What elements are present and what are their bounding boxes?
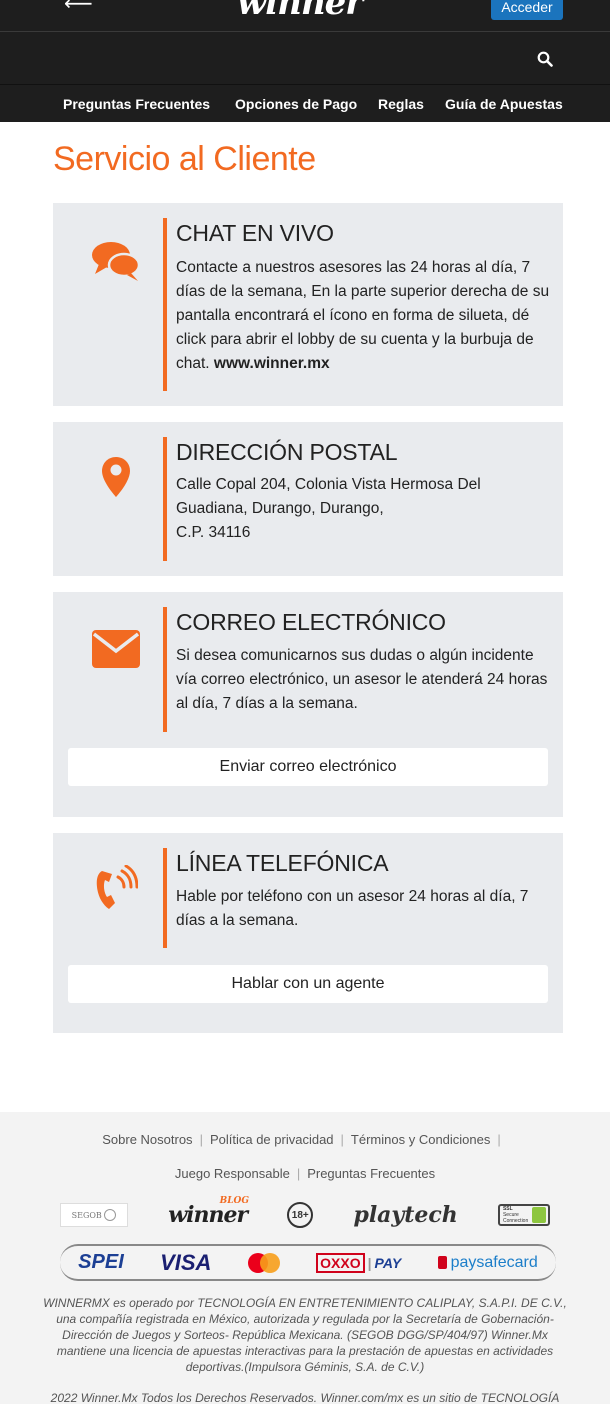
card-divider (163, 607, 167, 732)
visa-logo: VISA (160, 1249, 212, 1275)
footer-link-about[interactable]: Sobre Nosotros (102, 1132, 192, 1147)
mastercard-logo (247, 1252, 280, 1273)
website-link[interactable]: www.winner.mx (214, 355, 330, 372)
playtech-logo: playtech (353, 1202, 458, 1228)
partner-logos: SEGOB winner BLOG 18+ playtech SSL Secure… (60, 1196, 550, 1230)
segob-logo: SEGOB (60, 1203, 128, 1227)
paysafecard-logo: paysafecard (437, 1254, 538, 1272)
nav-item-preguntas-frecuentes[interactable]: Preguntas Frecuentes (63, 96, 210, 112)
footer-link-terms[interactable]: Términos y Condiciones (351, 1132, 490, 1147)
chat-card: CHAT EN VIVO Contacte a nuestros asesore… (53, 203, 563, 406)
payment-logos: SPEI VISA OXXO | PAY paysafecard (60, 1244, 556, 1281)
footer-links-row: Sobre Nosotros | Política de privacidad | Té… (102, 1132, 501, 1147)
winner-logo[interactable]: winner (237, 0, 363, 20)
page-title: Servicio al Cliente (53, 140, 316, 178)
legal-notice: WINNERMX es operado por TECNOLOGÍA EN EN… (43, 1296, 567, 1374)
address-card: DIRECCIÓN POSTAL Calle Copal 204, Coloni… (53, 422, 563, 576)
card-text: Contacte a nuestros asesores las 24 hora… (176, 256, 551, 376)
phone-icon (91, 863, 141, 913)
card-heading: DIRECCIÓN POSTAL (176, 439, 398, 465)
card-heading: CHAT EN VIVO (176, 220, 334, 246)
ssl-secure-badge: SSL Secure Connection (497, 1204, 550, 1226)
card-text: Si desea comunicarnos sus dudas o algún … (176, 647, 548, 712)
card-text: Calle Copal 204, Colonia Vista Hermosa D… (176, 473, 551, 545)
call-agent-button[interactable]: Hablar con un agente (68, 965, 548, 1003)
footer-link-responsible-gaming[interactable]: Juego Responsable (175, 1166, 290, 1181)
search-icon[interactable] (537, 51, 553, 67)
age-18-icon: 18+ (287, 1202, 314, 1228)
nav-item-reglas[interactable]: Reglas (378, 96, 424, 112)
envelope-icon (91, 624, 141, 674)
main-nav: Preguntas Frecuentes Opciones de Pago Re… (0, 85, 610, 122)
back-arrow-icon[interactable]: ⟵ (64, 0, 93, 14)
spei-logo: SPEI (78, 1251, 124, 1273)
oxxo-pay-logo: OXXO | PAY (316, 1252, 401, 1273)
search-bar (0, 32, 610, 85)
footer-link-privacy[interactable]: Política de privacidad (210, 1132, 334, 1147)
card-heading: CORREO ELECTRÓNICO (176, 609, 446, 635)
address-line: Calle Copal 204, Colonia Vista Hermosa D… (176, 476, 481, 517)
top-header: ⟵ winner Acceder (0, 0, 610, 32)
footer-link-faq[interactable]: Preguntas Frecuentes (307, 1166, 435, 1181)
card-divider (163, 218, 167, 391)
nav-item-opciones-de-pago[interactable]: Opciones de Pago (235, 96, 357, 112)
phone-card: LÍNEA TELEFÓNICA Hable por teléfono con … (53, 833, 563, 1033)
nav-item-guia-de-apuestas[interactable]: Guía de Apuestas (445, 96, 563, 112)
send-email-button[interactable]: Enviar correo electrónico (68, 748, 548, 786)
lock-icon (531, 1207, 546, 1223)
card-text: Hable por teléfono con un asesor 24 hora… (176, 888, 529, 929)
card-divider (163, 848, 167, 948)
map-pin-icon (91, 452, 141, 502)
postal-code: C.P. 34116 (176, 524, 251, 541)
footer-links-row: Juego Responsable | Preguntas Frecuentes (174, 1166, 436, 1181)
winner-blog-logo[interactable]: winner BLOG (168, 1196, 249, 1228)
email-card: CORREO ELECTRÓNICO Si desea comunicarnos… (53, 592, 563, 817)
login-button[interactable]: Acceder (491, 0, 563, 20)
card-divider (163, 437, 167, 561)
card-heading: LÍNEA TELEFÓNICA (176, 850, 389, 876)
chat-bubbles-icon (91, 236, 141, 286)
